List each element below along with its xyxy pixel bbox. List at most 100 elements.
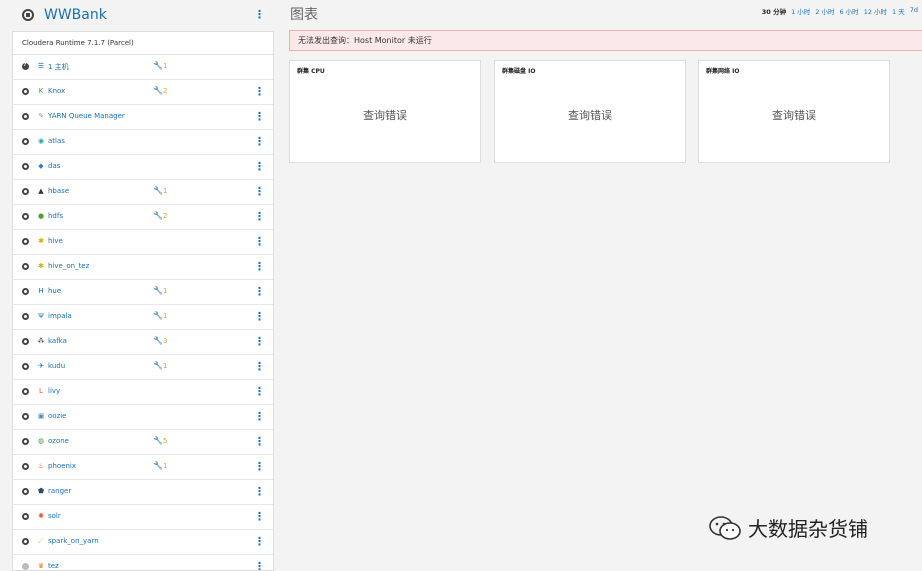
service-list: ☰1 主机🔧1KKnox🔧2⋮✎YARN Queue Manager⋮◉atla… [13,55,273,570]
alert-count: 1 [162,312,168,320]
solr-icon: ✺ [38,512,44,520]
config-alert-badge[interactable]: 🔧1 [153,311,167,320]
runtime-version: Cloudera Runtime 7.1.7 (Parcel) [13,32,273,55]
service-actions-menu-icon[interactable]: ⋮ [254,186,265,197]
service-actions-menu-icon[interactable]: ⋮ [254,286,265,297]
time-range-option[interactable]: 1 小时 [791,6,810,16]
service-row: ◉ atlas ⋮ [13,130,273,155]
config-alert-badge[interactable]: 🔧5 [153,436,167,445]
wechat-icon [709,515,741,540]
wrench-icon: 🔧 [153,311,163,320]
service-status-icon [22,463,29,470]
config-alert-badge[interactable]: 🔧2 [153,86,167,95]
service-name-link[interactable]: phoenix [48,462,76,470]
service-actions-menu-icon[interactable]: ⋮ [254,211,265,222]
service-actions-menu-icon[interactable]: ⋮ [254,111,265,122]
service-name-link[interactable]: hue [48,287,61,295]
service-name-link[interactable]: kafka [48,337,67,345]
service-name-link[interactable]: impala [48,312,72,320]
service-row: ▣ oozie ⋮ [13,405,273,430]
config-alert-badge[interactable]: 🔧1 [153,186,167,195]
service-name-link[interactable]: tez [48,562,59,570]
service-status-icon [22,488,29,495]
service-name-link[interactable]: atlas [48,137,65,145]
service-actions-menu-icon[interactable]: ⋮ [254,436,265,447]
service-name-link[interactable]: ozone [48,437,69,445]
config-alert-badge[interactable]: 🔧3 [153,336,167,345]
service-name-link[interactable]: ranger [48,487,71,495]
service-actions-menu-icon[interactable]: ⋮ [254,86,265,97]
service-name-link[interactable]: hdfs [48,212,63,220]
service-row: Llivy ⋮ [13,380,273,405]
service-actions-menu-icon[interactable]: ⋮ [254,461,265,472]
service-actions-menu-icon[interactable]: ⋮ [254,536,265,547]
config-alert-badge[interactable]: 🔧1 [153,361,167,370]
config-alert-badge[interactable]: 🔧1 [153,61,167,70]
watermark-text: 大数据杂货铺 [748,517,868,541]
time-range-option[interactable]: 12 小时 [864,6,887,16]
config-alert-badge[interactable]: 🔧1 [153,461,167,470]
service-name-link[interactable]: hive_on_tez [48,262,89,270]
time-range-option[interactable]: 30 分钟 [762,6,786,16]
service-actions-menu-icon[interactable]: ⋮ [254,386,265,397]
yarn-queue-icon: ✎ [38,112,44,120]
wrench-icon: 🔧 [153,61,163,70]
watermark: 大数据杂货铺 [708,513,868,542]
service-actions-menu-icon[interactable]: ⋮ [254,486,265,497]
chart-title: 群集磁盘 IO [502,68,536,75]
service-name-link[interactable]: 1 主机 [48,62,69,72]
wrench-icon: 🔧 [153,211,163,220]
wrench-icon: 🔧 [153,336,163,345]
config-alert-badge[interactable]: 🔧1 [153,286,167,295]
config-alert-badge[interactable]: 🔧2 [153,211,167,220]
kafka-icon: ⁂ [37,337,45,345]
service-actions-menu-icon[interactable]: ⋮ [254,411,265,422]
atlas-icon: ◉ [37,137,45,145]
time-range-option[interactable]: 1 天 [892,6,905,16]
chart-title: 群集网络 IO [706,68,740,75]
kudu-icon: ✈ [38,362,44,370]
service-status-icon [22,388,29,395]
service-name-link[interactable]: hbase [48,187,69,195]
service-status-icon [22,138,29,145]
service-actions-menu-icon[interactable]: ⋮ [254,311,265,322]
service-actions-menu-icon[interactable]: ⋮ [254,511,265,522]
service-name-link[interactable]: livy [48,387,60,395]
service-actions-menu-icon[interactable]: ⋮ [254,336,265,347]
service-name-link[interactable]: solr [48,512,61,520]
service-row: ✺ solr ⋮ [13,505,273,530]
service-actions-menu-icon[interactable]: ⋮ [254,136,265,147]
hive-icon: ✱ [38,237,44,245]
service-actions-menu-icon[interactable]: ⋮ [254,236,265,247]
chart-error-message: 查询错误 [568,109,612,122]
service-name-link[interactable]: YARN Queue Manager [48,112,125,120]
alert-count: 1 [162,62,168,70]
wrench-icon: 🔧 [153,361,163,370]
time-range-option[interactable]: 2 小时 [815,6,834,16]
wrench-icon: 🔧 [153,436,163,445]
ozone-icon: ◍ [37,437,45,445]
das-icon: ◆ [38,162,44,170]
service-status-icon [22,538,29,545]
service-name-link[interactable]: hive [48,237,63,245]
wrench-icon: 🔧 [153,286,163,295]
alert-count: 2 [162,212,168,220]
alert-count: 5 [162,437,168,445]
time-range-option[interactable]: 7d [910,6,918,16]
service-status-icon [22,188,29,195]
service-actions-menu-icon[interactable]: ⋮ [254,361,265,372]
service-actions-menu-icon[interactable]: ⋮ [254,261,265,272]
service-name-link[interactable]: kudu [48,362,65,370]
cluster-name-link[interactable]: WWBank [44,7,107,23]
cluster-status-icon [22,9,34,21]
service-name-link[interactable]: Knox [48,87,65,95]
chart-error-message: 查询错误 [772,109,816,122]
service-name-link[interactable]: oozie [48,412,67,420]
chart-card-cpu: 群集 CPU 查询错误 [289,60,481,163]
service-name-link[interactable]: spark_on_yarn [48,537,99,545]
service-name-link[interactable]: das [48,162,60,170]
wrench-icon: 🔧 [153,186,163,195]
time-range-option[interactable]: 6 小时 [839,6,858,16]
cluster-actions-menu-icon[interactable]: ⋮ [254,9,265,20]
service-actions-menu-icon[interactable]: ⋮ [254,161,265,172]
